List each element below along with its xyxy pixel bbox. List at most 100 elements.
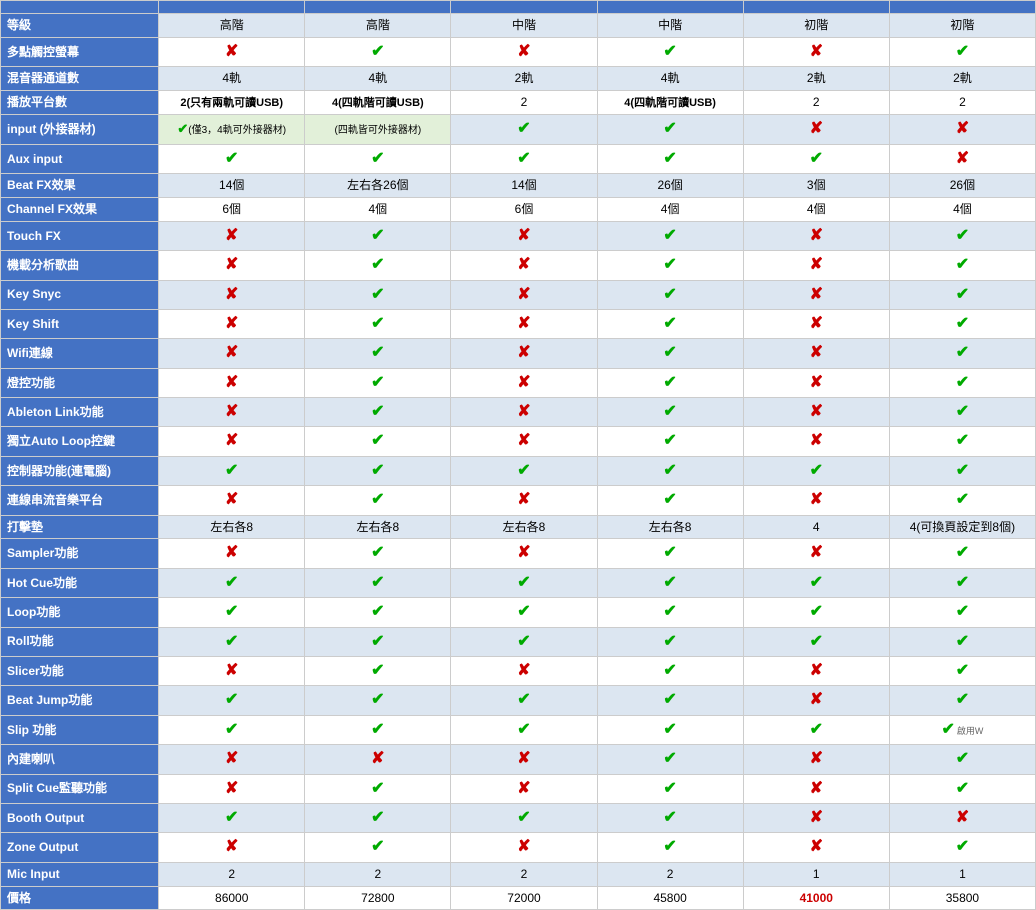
cell-29-3: ✔ (597, 833, 743, 862)
cell-30-5: 1 (889, 862, 1035, 886)
cell-6-0: 14個 (159, 174, 305, 198)
table-row: Touch FX✘✔✘✔✘✔ (1, 221, 1036, 250)
row-label-16: 控制器功能(連電腦) (1, 456, 159, 485)
cell-18-3: 左右各8 (597, 515, 743, 539)
cell-9-0: ✘ (159, 251, 305, 280)
cell-2-3: 4軌 (597, 67, 743, 91)
cell-17-0: ✘ (159, 486, 305, 515)
cell-28-0: ✔ (159, 803, 305, 832)
table-row: 播放平台數2(只有兩軌可讀USB)4(四軌階可讀USB)24(四軌階可讀USB)… (1, 90, 1036, 114)
cell-23-2: ✘ (451, 657, 597, 686)
table-row: Channel FX效果6個4個6個4個4個4個 (1, 197, 1036, 221)
cell-18-5: 4(可換頁設定到8個) (889, 515, 1035, 539)
cell-28-3: ✔ (597, 803, 743, 832)
cell-6-3: 26個 (597, 174, 743, 198)
cell-18-4: 4 (743, 515, 889, 539)
cell-14-3: ✔ (597, 398, 743, 427)
cell-13-5: ✔ (889, 368, 1035, 397)
table-row: 多點觸控螢幕✘✔✘✔✘✔ (1, 37, 1036, 66)
header-prime4 (305, 1, 451, 14)
cell-5-5: ✘ (889, 144, 1035, 173)
cell-12-3: ✔ (597, 339, 743, 368)
cell-4-1: (四軌皆可外接器材) (305, 115, 451, 144)
cell-20-5: ✔ (889, 568, 1035, 597)
cell-30-1: 2 (305, 862, 451, 886)
cell-24-2: ✔ (451, 686, 597, 715)
cell-26-5: ✔ (889, 745, 1035, 774)
cell-6-1: 左右各26個 (305, 174, 451, 198)
comparison-table: 等級高階高階中階中階初階初階多點觸控螢幕✘✔✘✔✘✔混音器通道數4軌4軌2軌4軌… (0, 0, 1036, 910)
cell-4-3: ✔ (597, 115, 743, 144)
cell-3-3: 4(四軌階可讀USB) (597, 90, 743, 114)
cell-9-3: ✔ (597, 251, 743, 280)
table-row: Slip 功能✔✔✔✔✔✔啟用W (1, 715, 1036, 744)
cell-22-2: ✔ (451, 627, 597, 656)
cell-19-2: ✘ (451, 539, 597, 568)
cell-10-5: ✔ (889, 280, 1035, 309)
cell-12-5: ✔ (889, 339, 1035, 368)
cell-20-3: ✔ (597, 568, 743, 597)
cell-21-0: ✔ (159, 598, 305, 627)
cell-29-4: ✘ (743, 833, 889, 862)
table-row: Key Snyc✘✔✘✔✘✔ (1, 280, 1036, 309)
table-row: Booth Output✔✔✔✔✘✘ (1, 803, 1036, 832)
table-row: 燈控功能✘✔✘✔✘✔ (1, 368, 1036, 397)
cell-25-3: ✔ (597, 715, 743, 744)
table-row: 等級高階高階中階中階初階初階 (1, 14, 1036, 38)
cell-10-3: ✔ (597, 280, 743, 309)
cell-1-1: ✔ (305, 37, 451, 66)
table-row: 控制器功能(連電腦)✔✔✔✔✔✔ (1, 456, 1036, 485)
row-label-11: Key Shift (1, 309, 159, 338)
cell-11-4: ✘ (743, 309, 889, 338)
cell-27-4: ✘ (743, 774, 889, 803)
row-label-18: 打擊墊 (1, 515, 159, 539)
row-label-0: 等級 (1, 14, 159, 38)
cell-2-4: 2軌 (743, 67, 889, 91)
cell-22-0: ✔ (159, 627, 305, 656)
cell-29-1: ✔ (305, 833, 451, 862)
cell-1-4: ✘ (743, 37, 889, 66)
cell-17-2: ✘ (451, 486, 597, 515)
table-row: 內建喇叭✘✘✘✔✘✔ (1, 745, 1036, 774)
cell-15-3: ✔ (597, 427, 743, 456)
cell-31-5: 35800 (889, 886, 1035, 910)
cell-7-0: 6個 (159, 197, 305, 221)
cell-4-4: ✘ (743, 115, 889, 144)
cell-18-1: 左右各8 (305, 515, 451, 539)
cell-29-2: ✘ (451, 833, 597, 862)
table-row: Wifi連線✘✔✘✔✘✔ (1, 339, 1036, 368)
cell-16-4: ✔ (743, 456, 889, 485)
cell-9-1: ✔ (305, 251, 451, 280)
cell-19-1: ✔ (305, 539, 451, 568)
row-label-26: 內建喇叭 (1, 745, 159, 774)
cell-31-2: 72000 (451, 886, 597, 910)
cell-4-0: ✔(僅3，4軌可外接器材) (159, 115, 305, 144)
row-label-30: Mic Input (1, 862, 159, 886)
cell-21-2: ✔ (451, 598, 597, 627)
row-label-1: 多點觸控螢幕 (1, 37, 159, 66)
cell-13-0: ✘ (159, 368, 305, 397)
cell-8-4: ✘ (743, 221, 889, 250)
cell-31-4: 41000 (743, 886, 889, 910)
cell-19-0: ✘ (159, 539, 305, 568)
cell-3-5: 2 (889, 90, 1035, 114)
cell-28-2: ✔ (451, 803, 597, 832)
cell-7-4: 4個 (743, 197, 889, 221)
cell-26-1: ✘ (305, 745, 451, 774)
row-label-4: input (外接器材) (1, 115, 159, 144)
table-row: Slicer功能✘✔✘✔✘✔ (1, 657, 1036, 686)
cell-3-4: 2 (743, 90, 889, 114)
cell-18-2: 左右各8 (451, 515, 597, 539)
cell-22-1: ✔ (305, 627, 451, 656)
cell-15-1: ✔ (305, 427, 451, 456)
cell-12-1: ✔ (305, 339, 451, 368)
cell-8-2: ✘ (451, 221, 597, 250)
cell-0-3: 中階 (597, 14, 743, 38)
cell-5-4: ✔ (743, 144, 889, 173)
cell-28-1: ✔ (305, 803, 451, 832)
cell-14-0: ✘ (159, 398, 305, 427)
cell-30-3: 2 (597, 862, 743, 886)
cell-10-4: ✘ (743, 280, 889, 309)
cell-20-2: ✔ (451, 568, 597, 597)
cell-23-5: ✔ (889, 657, 1035, 686)
